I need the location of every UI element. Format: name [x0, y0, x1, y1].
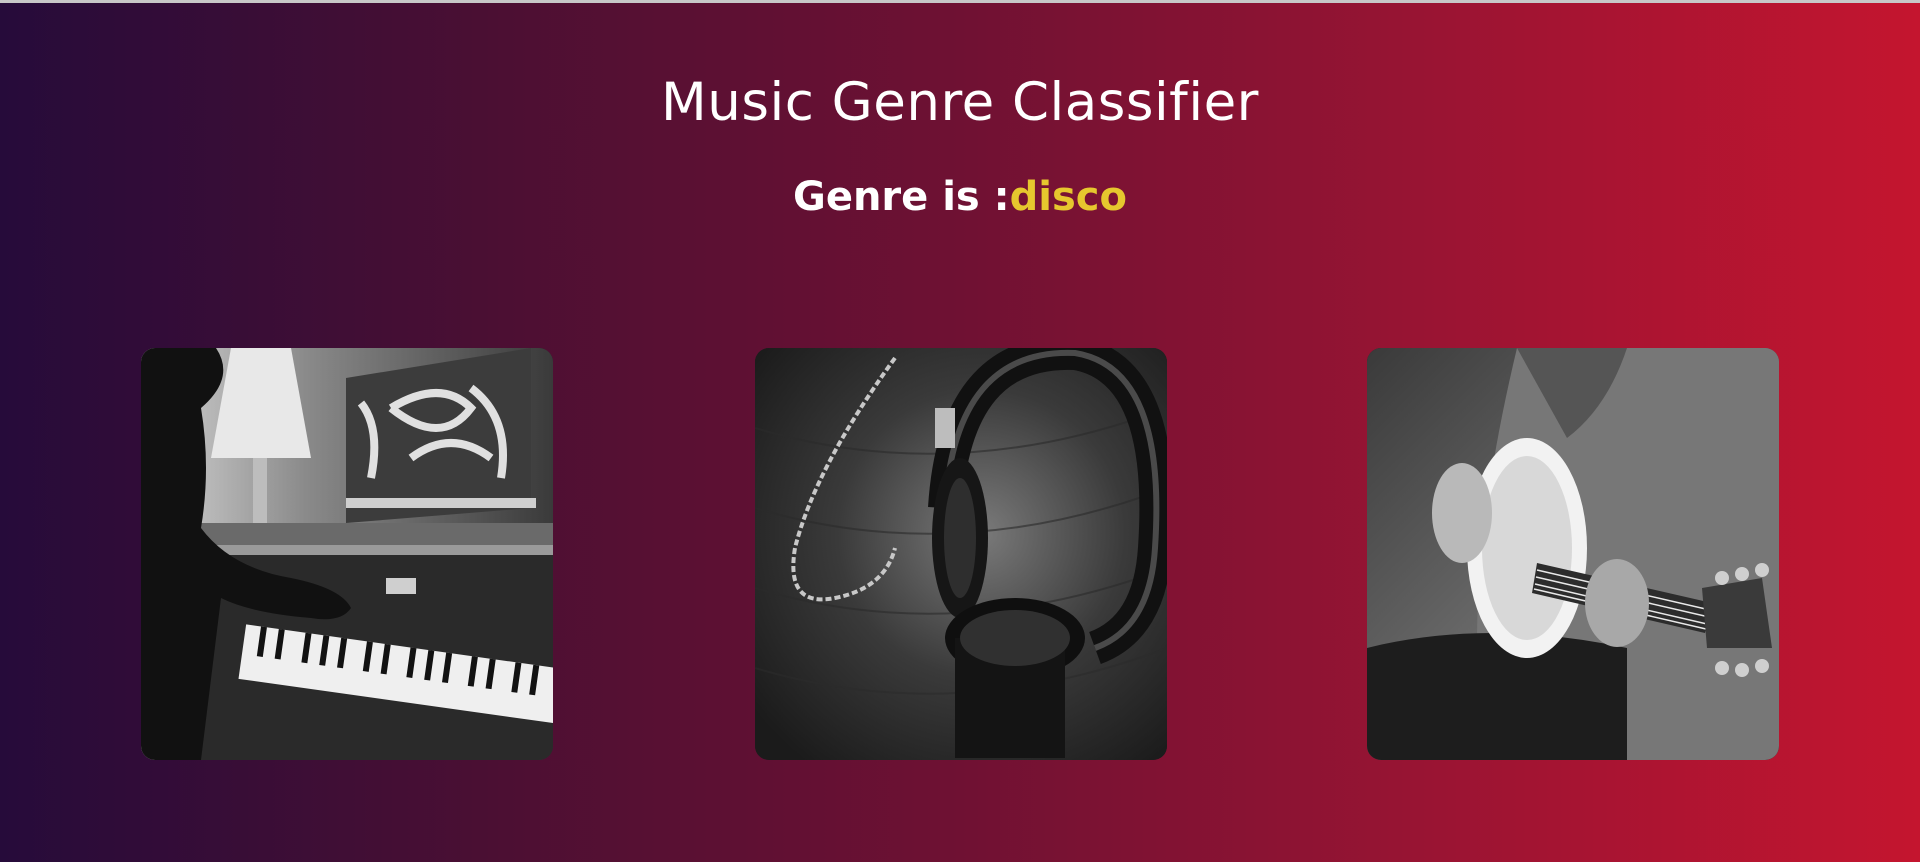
- top-border: [0, 0, 1920, 3]
- genre-result-prefix: Genre is :: [792, 174, 1010, 220]
- headphones-photo-icon: [755, 348, 1167, 760]
- headphones-image-card: [755, 348, 1167, 760]
- piano-image-card: [141, 348, 553, 760]
- guitar-photo-icon: [1367, 348, 1779, 760]
- genre-result-value: disco: [1009, 174, 1127, 220]
- genre-result: Genre is :disco: [0, 174, 1920, 220]
- piano-photo-icon: [141, 348, 553, 760]
- guitar-image-card: [1367, 348, 1779, 760]
- page-title: Music Genre Classifier: [661, 72, 1259, 133]
